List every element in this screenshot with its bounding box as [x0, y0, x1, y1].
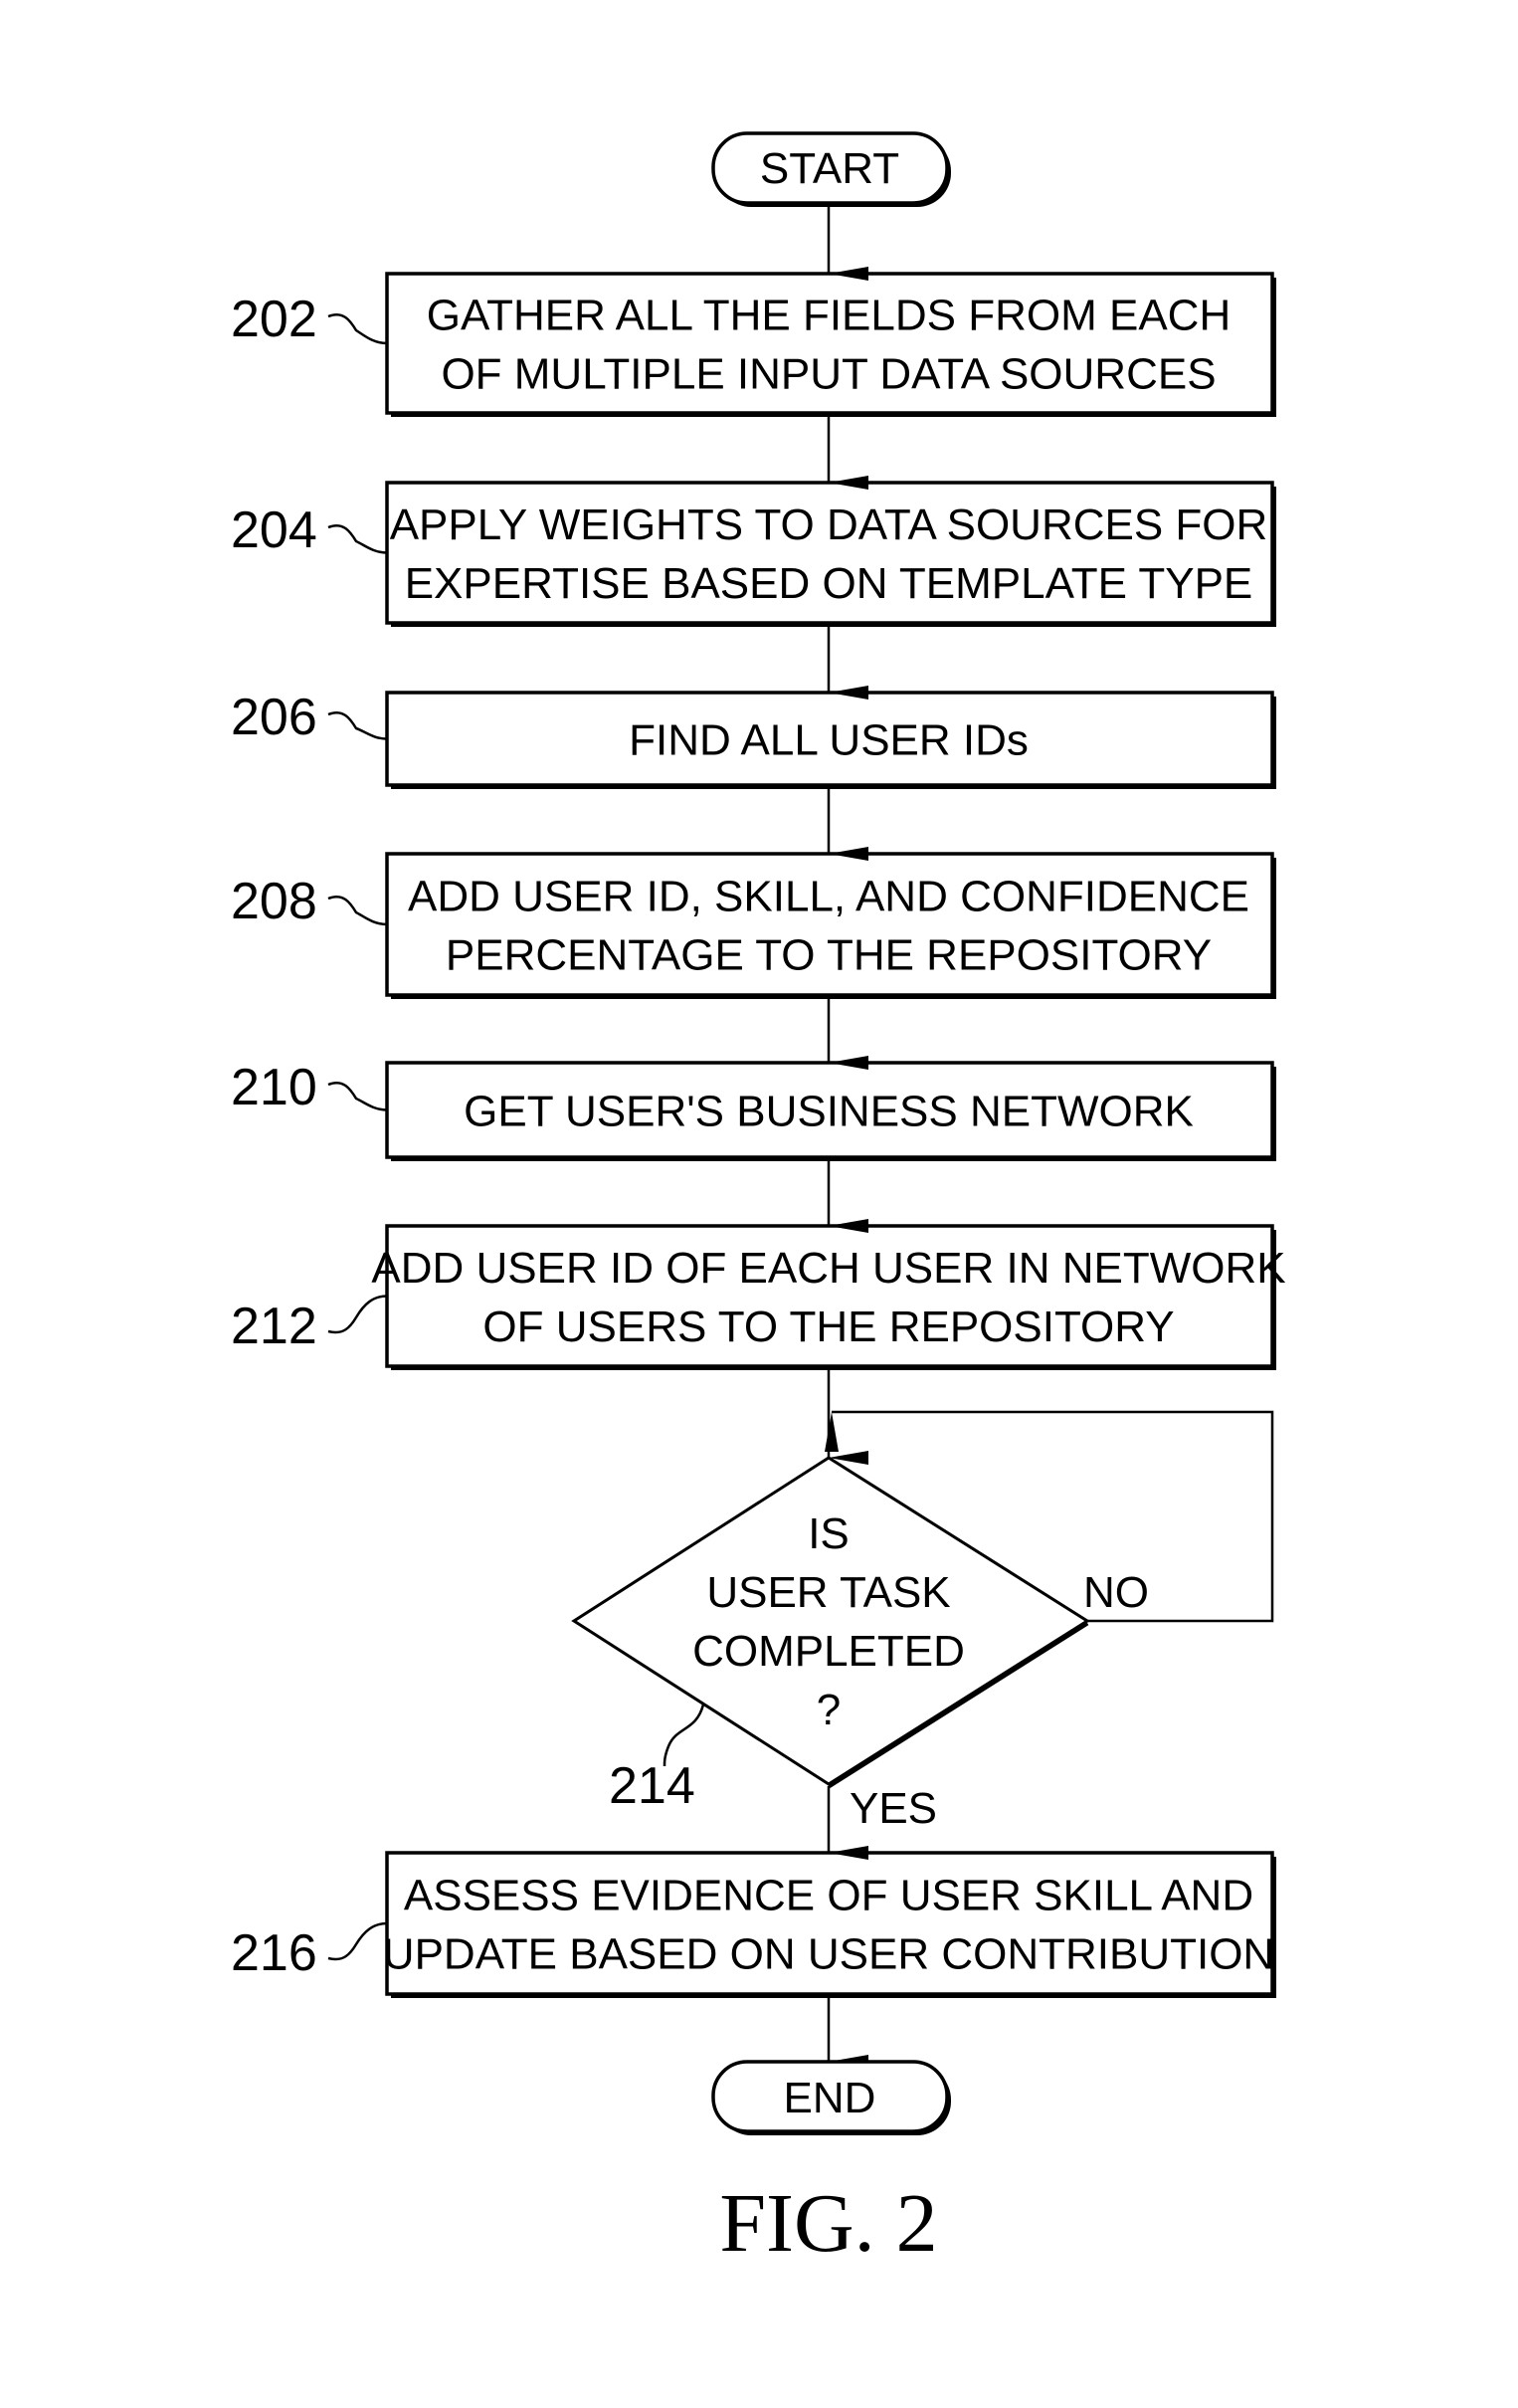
leader-210 — [327, 1082, 388, 1111]
step-208: ADD USER ID, SKILL, AND CONFIDENCE PERCEN… — [231, 852, 1276, 999]
step-212: ADD USER ID OF EACH USER IN NETWORK OF US… — [231, 1224, 1286, 1370]
start-terminal: START — [711, 131, 951, 207]
step-text-line: UPDATE BASED ON USER CONTRIBUTION — [383, 1930, 1274, 1979]
start-label: START — [760, 144, 899, 193]
yes-label: YES — [850, 1784, 937, 1833]
step-202: GATHER ALL THE FIELDS FROM EACH OF MULTIP… — [231, 272, 1276, 417]
ref-216: 216 — [231, 1924, 317, 1982]
step-text-line: APPLY WEIGHTS TO DATA SOURCES FOR — [390, 501, 1268, 549]
ref-202: 202 — [231, 291, 317, 348]
step-text-line: FIND ALL USER IDs — [629, 716, 1029, 765]
step-text-line: EXPERTISE BASED ON TEMPLATE TYPE — [405, 559, 1253, 608]
ref-208: 208 — [231, 873, 317, 930]
step-text-line: OF USERS TO THE REPOSITORY — [482, 1303, 1174, 1351]
step-text-line: ASSESS EVIDENCE OF USER SKILL AND — [404, 1872, 1253, 1920]
step-text-line: OF MULTIPLE INPUT DATA SOURCES — [441, 350, 1216, 399]
step-text-line: GATHER ALL THE FIELDS FROM EACH — [427, 292, 1231, 340]
step-216: ASSESS EVIDENCE OF USER SKILL AND UPDATE … — [231, 1851, 1276, 1998]
step-204: APPLY WEIGHTS TO DATA SOURCES FOR EXPERTI… — [231, 481, 1276, 627]
ref-214: 214 — [609, 1757, 695, 1815]
ref-210: 210 — [231, 1059, 317, 1116]
decision-214: IS USER TASK COMPLETED ? NO YES 214 — [571, 1410, 1274, 1833]
end-terminal: END — [711, 2060, 951, 2135]
step-text-line: GET USER'S BUSINESS NETWORK — [464, 1088, 1194, 1136]
decision-line-3: COMPLETED — [692, 1627, 965, 1676]
leader-204 — [327, 524, 388, 554]
leader-202 — [327, 313, 388, 345]
leader-206 — [327, 711, 388, 740]
step-text-line: ADD USER ID, SKILL, AND CONFIDENCE — [408, 873, 1249, 921]
leader-208 — [327, 896, 388, 926]
step-text-line: ADD USER ID OF EACH USER IN NETWORK — [371, 1244, 1285, 1293]
end-label: END — [784, 2074, 876, 2122]
decision-line-4: ? — [817, 1686, 841, 1734]
no-label: NO — [1083, 1568, 1149, 1617]
ref-212: 212 — [231, 1298, 317, 1355]
ref-206: 206 — [231, 689, 317, 746]
ref-204: 204 — [231, 502, 317, 559]
flowchart: START GATHER ALL THE FIELDS FROM EACH OF … — [231, 131, 1286, 2270]
figure-caption: FIG. 2 — [719, 2177, 937, 2270]
step-text-line: PERCENTAGE TO THE REPOSITORY — [446, 931, 1212, 980]
decision-line-1: IS — [808, 1509, 850, 1558]
decision-line-2: USER TASK — [706, 1568, 950, 1617]
step-210: GET USER'S BUSINESS NETWORK 210 — [231, 1059, 1276, 1161]
leader-212 — [327, 1295, 388, 1334]
leader-216 — [327, 1921, 388, 1961]
step-206: FIND ALL USER IDs 206 — [231, 689, 1276, 789]
